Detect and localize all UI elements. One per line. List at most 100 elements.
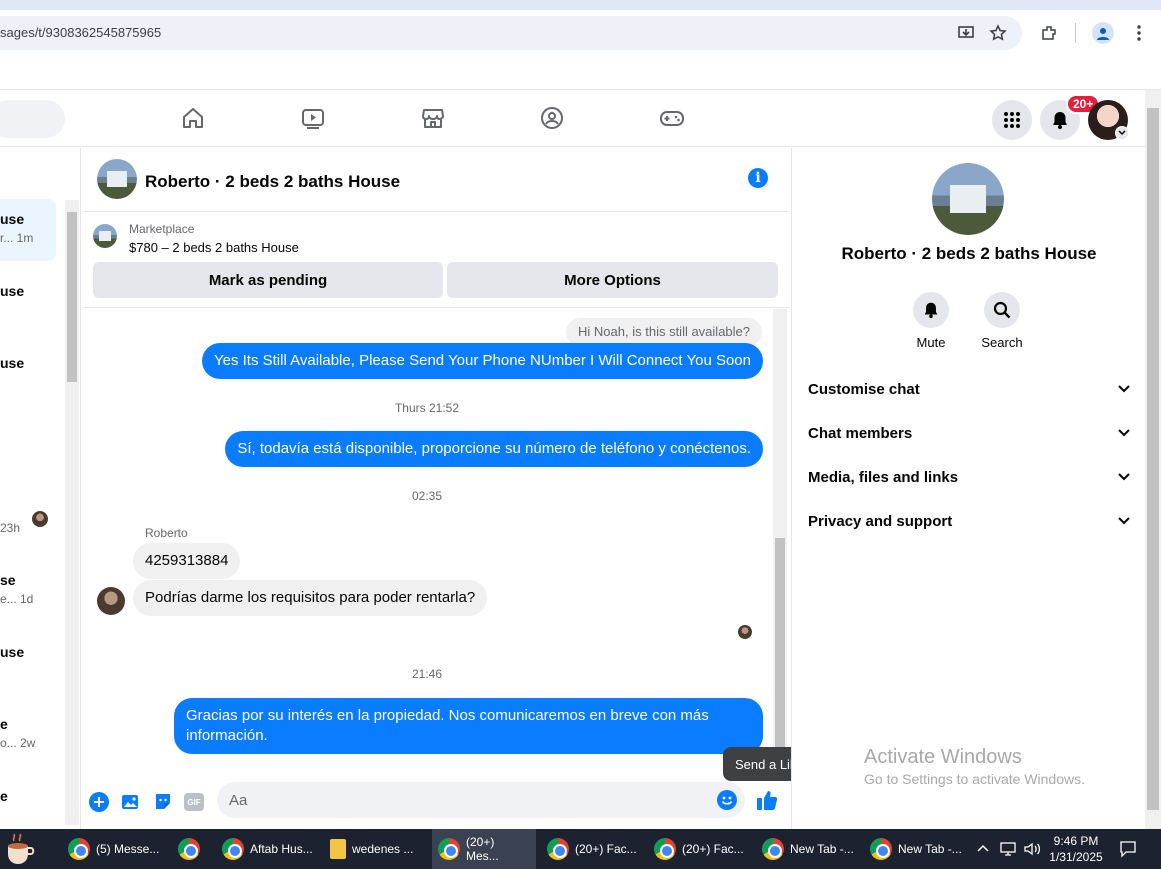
marketplace-icon[interactable] [419,104,447,132]
photo-gallery-icon[interactable] [120,791,142,813]
listing-thumbnail[interactable] [93,224,117,248]
system-clock[interactable]: 9:46 PM 1/31/2025 [1042,833,1110,865]
extensions-icon[interactable] [1038,22,1060,44]
chat-list-item[interactable]: e o... 2w [0,704,56,766]
activate-windows-watermark: Activate Windows [864,746,1022,768]
chrome-icon [654,838,676,860]
taskbar-item[interactable]: (20+) Fac... [541,829,643,869]
toolbar-divider [1075,23,1076,43]
profile-icon[interactable] [1092,22,1114,44]
browser-menu-icon[interactable] [1128,22,1150,44]
media-files-links-section[interactable]: Media, files and links [808,455,1130,499]
message-bubble-outgoing[interactable]: Gracias por su interés en la propiedad. … [174,698,763,754]
taskbar-item[interactable]: New Tab -... [756,829,860,869]
message-thread: Hi Noah, is this still available? Yes It… [82,309,772,779]
section-label: Media, files and links [808,468,959,486]
thumbs-up-like-icon[interactable] [756,789,778,811]
message-bubble-outgoing[interactable]: Sí, todavía está disponible, proporcione… [225,431,763,467]
mute-button[interactable]: Mute [901,292,961,350]
facebook-search-input[interactable] [0,100,65,138]
taskbar-item[interactable]: Aftab Hus... [216,829,319,869]
message-input-placeholder: Aa [229,792,248,809]
chevron-down-icon [1118,473,1130,481]
message-bubble-incoming[interactable]: Podrías darme los requisitos para poder … [133,580,488,616]
mark-as-pending-button[interactable]: Mark as pending [93,262,443,298]
volume-icon[interactable] [1023,841,1041,862]
gif-icon[interactable]: GIF [183,791,205,813]
chat-list-item[interactable]: se e... 1d [0,560,56,622]
clock-time: 9:46 PM [1053,834,1099,848]
read-receipt-avatar [738,625,752,639]
account-chevron-down-icon[interactable] [1115,126,1129,140]
emoji-icon[interactable] [717,790,737,810]
privacy-support-section[interactable]: Privacy and support [808,499,1130,543]
gif-label: GIF [184,793,204,811]
listing-title[interactable]: $780 – 2 beds 2 baths House [129,240,299,255]
chat-list-item[interactable]: use r... 1m [0,199,56,261]
search-in-conversation-button[interactable]: Search [972,292,1032,350]
section-label: Customise chat [808,380,920,398]
message-bubble-incoming[interactable]: 4259313884 [133,543,241,579]
section-label: Privacy and support [808,512,953,530]
message-input[interactable]: Aa [217,782,745,818]
more-options-button[interactable]: More Options [447,262,778,298]
marketplace-listing-banner: Marketplace $780 – 2 beds 2 baths House … [82,212,790,308]
marketplace-label: Marketplace [129,222,195,236]
folder-icon [330,839,346,859]
facebook-top-nav: 20+ [0,90,1145,147]
plus-circle-icon[interactable] [88,791,110,813]
customise-chat-section[interactable]: Customise chat [808,367,1130,411]
address-bar[interactable]: sages/t/9308362545875965 [0,16,1022,50]
chevron-down-icon [1118,517,1130,525]
taskbar-item[interactable]: (5) Messe... [62,829,165,869]
message-bubble-outgoing[interactable]: Yes Its Still Available, Please Send You… [201,343,763,379]
chat-item-title: e [0,716,8,732]
chevron-down-icon [1118,385,1130,393]
install-app-icon[interactable] [955,22,977,44]
page-scrollbar-thumb[interactable] [1147,108,1159,810]
chat-members-section[interactable]: Chat members [808,411,1130,455]
taskbar-item[interactable] [172,829,212,869]
activate-windows-subtext: Go to Settings to activate Windows. [864,771,1085,787]
taskbar-item-label: New Tab -... [898,842,962,856]
taskbar-item-active[interactable]: (20+) Mes... [432,829,536,869]
chrome-icon [547,838,569,860]
timestamp: 21:46 [411,667,443,681]
gaming-icon[interactable] [658,104,686,132]
url-text[interactable]: sages/t/9308362545875965 [0,25,161,40]
notification-center-icon[interactable] [1119,840,1137,863]
timestamp: 02:35 [411,489,443,503]
conversation-title[interactable]: Roberto · 2 beds 2 baths House [145,172,400,192]
message-bubble-outgoing-reply-preview[interactable]: Hi Noah, is this still available? [566,318,762,346]
start-coffee-icon[interactable] [0,831,40,867]
chat-list-item[interactable]: use [0,632,56,694]
groups-icon[interactable] [538,104,566,132]
bookmark-star-icon[interactable] [987,22,1009,44]
taskbar-item-label: (5) Messe... [96,842,160,856]
windows-taskbar: (5) Messe... Aftab Hus... wedenes ... (2… [0,829,1161,869]
sidebar-scrollbar-thumb[interactable] [67,212,77,382]
taskbar-item[interactable]: New Tab -... [864,829,968,869]
home-icon[interactable] [179,104,207,132]
tray-chevron-up-icon[interactable] [976,841,990,860]
video-icon[interactable] [299,104,327,132]
bell-icon[interactable] [913,292,949,328]
chrome-icon [438,838,460,860]
sender-avatar[interactable] [97,587,125,615]
conversation-avatar[interactable] [97,159,137,199]
sticker-icon[interactable] [152,791,174,813]
chat-list-item[interactable]: use [0,271,56,333]
message-composer: GIF Aa [82,779,790,829]
taskbar-item-label: wedenes ... [352,842,414,856]
chat-item-time: r... 1m [0,231,34,245]
menu-grid-icon[interactable] [992,100,1032,140]
info-icon[interactable]: i [748,168,768,188]
network-icon[interactable] [999,841,1017,862]
search-icon[interactable] [984,292,1020,328]
details-avatar[interactable] [932,163,1004,235]
taskbar-item[interactable]: (20+) Fac... [648,829,750,869]
clock-date: 1/31/2025 [1049,850,1103,864]
chat-list-item[interactable]: use [0,343,56,405]
thread-scrollbar-thumb[interactable] [775,538,785,774]
taskbar-item[interactable]: wedenes ... [324,829,419,869]
